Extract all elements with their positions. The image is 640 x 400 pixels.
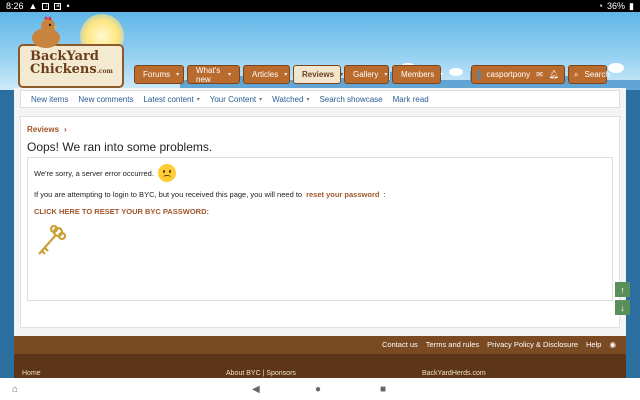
avatar[interactable] xyxy=(477,69,481,80)
reset-password-link[interactable]: reset your password xyxy=(306,190,379,199)
nav-members-label: Members xyxy=(401,70,435,79)
search-button[interactable]: ⌕ Search xyxy=(568,65,610,84)
nav-forums[interactable]: Forums ▾ xyxy=(134,65,184,84)
chevron-down-icon[interactable]: ▾ xyxy=(176,71,179,78)
sad-face-icon xyxy=(157,164,176,182)
back-icon[interactable]: ◀ xyxy=(252,384,260,395)
breadcrumb-reviews[interactable]: Reviews xyxy=(27,125,59,134)
wifi-icon: ◔ xyxy=(597,1,604,11)
chevron-down-icon[interactable]: ▾ xyxy=(228,71,231,78)
recents-icon[interactable]: ■ xyxy=(380,384,386,395)
mail-icon[interactable]: ✉ xyxy=(536,70,543,79)
notification-dot-icon: • xyxy=(66,1,70,11)
system-navigation-bar: ⌂ ◀ ● ■ xyxy=(0,378,640,400)
nav-articles[interactable]: Articles ▾ xyxy=(243,65,290,84)
footer-contact-us[interactable]: Contact us xyxy=(382,340,418,349)
subnav-your-content-label: Your Content xyxy=(209,94,257,104)
subnav-search-showcase[interactable]: Search showcase xyxy=(319,95,382,104)
footer-terms[interactable]: Terms and rules xyxy=(426,340,479,349)
bell-icon[interactable]: 🔔︎ xyxy=(549,70,559,79)
nav-whats-new-label: What's new xyxy=(196,65,221,84)
breadcrumb: Reviews › xyxy=(27,125,613,134)
scroll-up-button[interactable]: ↑ xyxy=(615,282,630,297)
subnav-mark-read[interactable]: Mark read xyxy=(393,95,429,104)
username: casportpony xyxy=(486,70,531,79)
nav-members[interactable]: Members ▾ xyxy=(392,65,443,84)
chevron-right-icon: › xyxy=(64,125,67,134)
error-text: We're sorry, a server error occurred. xyxy=(34,168,154,178)
footer-help[interactable]: Help xyxy=(586,340,601,349)
user-menu[interactable]: casportpony ✉ 🔔︎ xyxy=(471,65,565,84)
hen-mascot-icon xyxy=(32,16,60,48)
nav-forums-label: Forums xyxy=(143,70,171,79)
main-navigation: Forums ▾ What's new ▾ Articles ▾ Reviews ▾ G… xyxy=(0,62,640,88)
nav-reviews-label: Reviews xyxy=(302,70,335,79)
footer-about[interactable]: About BYC | Sponsors xyxy=(226,370,296,377)
nav-gallery[interactable]: Gallery ▾ xyxy=(344,65,389,84)
main-content: Reviews › Oops! We ran into some problem… xyxy=(20,116,620,350)
subnav-new-items[interactable]: New items xyxy=(31,95,68,104)
search-icon: ⌕ xyxy=(574,69,579,79)
login-help-text: If you are attempting to login to BYC, b… xyxy=(34,190,303,199)
key-icon[interactable] xyxy=(34,224,68,258)
subnav-watched[interactable]: Watched ▾ xyxy=(272,95,309,104)
footer-bottom: Home About BYC | Sponsors BackYardHerds.… xyxy=(14,354,626,378)
rss-icon[interactable]: ◉ xyxy=(609,340,616,349)
chevron-down-icon[interactable]: ▾ xyxy=(440,71,443,78)
page-wrapper: New items New comments Latest content ▾ Y… xyxy=(14,88,626,378)
clock: 8:26 xyxy=(6,1,24,11)
footer-privacy[interactable]: Privacy Policy & Disclosure xyxy=(487,340,578,349)
battery-icon: ▮ xyxy=(629,0,634,11)
footer-backyardherds[interactable]: BackYardHerds.com xyxy=(422,370,486,377)
footer-home[interactable]: Home xyxy=(22,370,41,377)
download-icon: ↓ xyxy=(42,2,50,10)
sub-navigation: New items New comments Latest content ▾ Y… xyxy=(20,90,620,108)
warning-icon: ▲ xyxy=(28,1,38,11)
subnav-new-comments[interactable]: New comments xyxy=(78,95,133,104)
reset-password-cta-link[interactable]: CLICK HERE TO RESET YOUR BYC PASSWORD: xyxy=(34,207,209,216)
home-icon[interactable]: ● xyxy=(315,384,321,395)
nav-whats-new[interactable]: What's new ▾ xyxy=(187,65,240,84)
nav-articles-label: Articles xyxy=(252,70,279,79)
arrow-down-icon: ↓ xyxy=(620,302,625,313)
chevron-down-icon[interactable]: ▾ xyxy=(284,71,287,78)
battery-level: 36% xyxy=(607,1,626,11)
chevron-down-icon[interactable]: ▾ xyxy=(340,71,343,78)
arrow-up-icon: ↑ xyxy=(620,284,625,295)
nav-gallery-label: Gallery xyxy=(353,70,379,79)
scroll-down-button[interactable]: ↓ xyxy=(615,300,630,315)
search-label: Search xyxy=(584,70,610,79)
subnav-your-content[interactable]: Your Content ▾ xyxy=(210,95,262,104)
subnav-latest-content[interactable]: Latest content ▾ xyxy=(143,95,199,104)
subnav-watched-label: Watched xyxy=(272,94,304,104)
chevron-down-icon[interactable]: ▾ xyxy=(306,96,309,103)
nav-reviews[interactable]: Reviews ▾ xyxy=(293,65,343,84)
home-app-icon[interactable]: ⌂ xyxy=(12,384,18,395)
footer-links: Contact us Terms and rules Privacy Polic… xyxy=(382,340,616,349)
chevron-down-icon[interactable]: ▾ xyxy=(384,71,387,78)
page-title: Oops! We ran into some problems. xyxy=(27,140,213,154)
amazon-icon: a xyxy=(54,2,62,10)
error-message-block: We're sorry, a server error occurred. If… xyxy=(27,157,613,301)
login-help-colon: : xyxy=(383,190,386,199)
subnav-latest-content-label: Latest content xyxy=(143,94,194,104)
chevron-down-icon[interactable]: ▾ xyxy=(259,96,262,103)
chevron-down-icon[interactable]: ▾ xyxy=(197,96,200,103)
site-footer: Contact us Terms and rules Privacy Polic… xyxy=(14,336,626,378)
system-status-bar: 8:26 ▲ ↓ a • ◔ 36% ▮ xyxy=(0,0,640,12)
